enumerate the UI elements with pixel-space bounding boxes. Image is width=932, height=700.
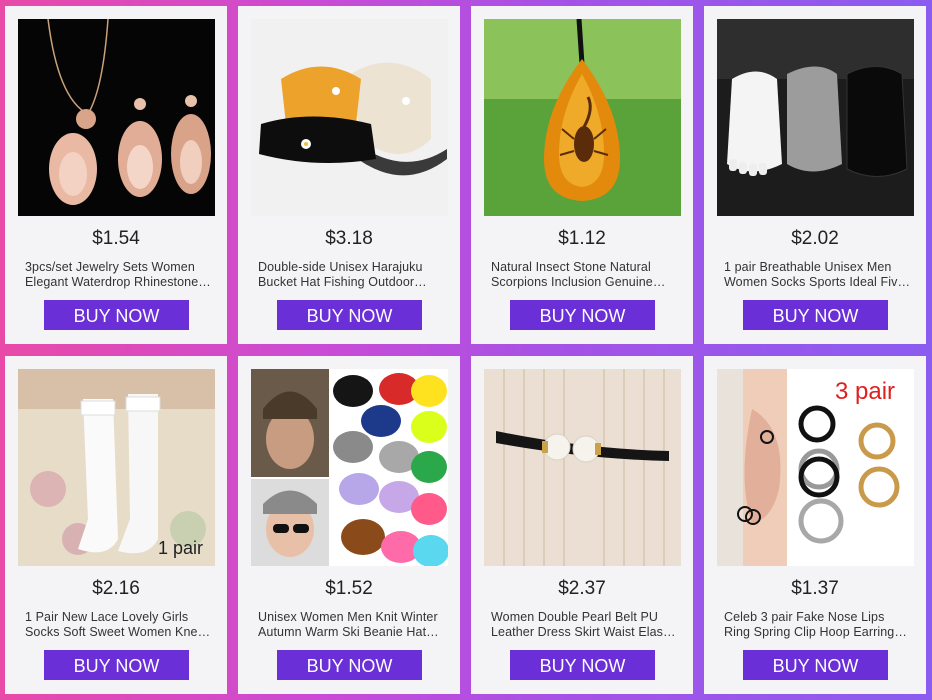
product-price: $3.18 [325, 228, 373, 249]
product-image-amber-pendant[interactable] [484, 19, 681, 216]
product-price: $1.37 [791, 578, 839, 599]
product-image-beanies[interactable] [251, 369, 448, 566]
buy-now-button[interactable]: BUY NOW [510, 300, 655, 330]
image-caption: 3 pair [835, 378, 895, 405]
product-title[interactable]: Unisex Women Men Knit Winter Autumn Warm… [258, 610, 444, 640]
product-card[interactable]: $1.52 Unisex Women Men Knit Winter Autum… [238, 356, 460, 694]
buy-now-button[interactable]: BUY NOW [743, 650, 888, 680]
product-title[interactable]: Double-side Unisex Harajuku Bucket Hat F… [258, 260, 444, 290]
product-title[interactable]: Women Double Pearl Belt PU Leather Dress… [491, 610, 677, 640]
product-card[interactable]: $2.02 1 pair Breathable Unisex Men Women… [704, 6, 926, 344]
product-image-lace-socks[interactable]: 1 pair [18, 369, 215, 566]
product-price: $2.02 [791, 228, 839, 249]
product-card[interactable]: $2.37 Women Double Pearl Belt PU Leather… [471, 356, 693, 694]
product-image-fake-hoop-earrings[interactable]: 3 pair [717, 369, 914, 566]
product-card[interactable]: 3 pair $1.37 Celeb 3 pair Fake Nose Lips… [704, 356, 926, 694]
product-title[interactable]: Natural Insect Stone Natural Scorpions I… [491, 260, 677, 290]
product-price: $1.52 [325, 578, 373, 599]
product-title[interactable]: 3pcs/set Jewelry Sets Women Elegant Wate… [25, 260, 211, 290]
product-card[interactable]: 1 pair $2.16 1 Pair New Lace Lovely Girl… [5, 356, 227, 694]
product-image-toe-socks[interactable] [717, 19, 914, 216]
buy-now-button[interactable]: BUY NOW [44, 650, 189, 680]
product-image-jewelry-set[interactable] [18, 19, 215, 216]
product-image-bucket-hat[interactable] [251, 19, 448, 216]
buy-now-button[interactable]: BUY NOW [510, 650, 655, 680]
buy-now-button[interactable]: BUY NOW [277, 650, 422, 680]
product-price: $2.37 [558, 578, 606, 599]
product-card[interactable]: $3.18 Double-side Unisex Harajuku Bucket… [238, 6, 460, 344]
product-title[interactable]: 1 Pair New Lace Lovely Girls Socks Soft … [25, 610, 211, 640]
product-title[interactable]: Celeb 3 pair Fake Nose Lips Ring Spring … [724, 610, 910, 640]
product-image-pearl-belt[interactable] [484, 369, 681, 566]
product-price: $2.16 [92, 578, 140, 599]
buy-now-button[interactable]: BUY NOW [743, 300, 888, 330]
image-caption: 1 pair [158, 538, 203, 558]
product-card[interactable]: $1.12 Natural Insect Stone Natural Scorp… [471, 6, 693, 344]
buy-now-button[interactable]: BUY NOW [277, 300, 422, 330]
product-card[interactable]: $1.54 3pcs/set Jewelry Sets Women Elegan… [5, 6, 227, 344]
product-price: $1.54 [92, 228, 140, 249]
product-title[interactable]: 1 pair Breathable Unisex Men Women Socks… [724, 260, 910, 290]
product-price: $1.12 [558, 228, 606, 249]
buy-now-button[interactable]: BUY NOW [44, 300, 189, 330]
